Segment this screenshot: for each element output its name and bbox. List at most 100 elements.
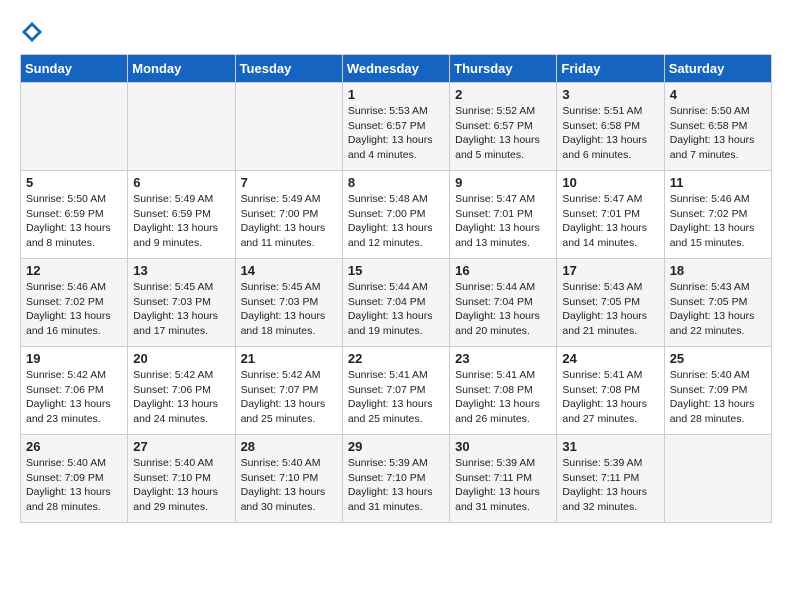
calendar-cell: 10 Sunrise: 5:47 AMSunset: 7:01 PMDayligh… — [557, 171, 664, 259]
calendar-cell: 18 Sunrise: 5:43 AMSunset: 7:05 PMDayligh… — [664, 259, 771, 347]
calendar-cell: 29Sunrise: 5:39 AMSunset: 7:10 PMDayligh… — [342, 435, 449, 523]
cell-sun-info: Sunrise: 5:42 AMSunset: 7:07 PMDaylight:… — [241, 368, 337, 427]
cell-sun-info: Sunrise: 5:44 AMSunset: 7:04 PMDaylight:… — [348, 280, 444, 339]
calendar-table: SundayMondayTuesdayWednesdayThursdayFrid… — [20, 54, 772, 523]
calendar-cell: 8Sunrise: 5:48 AMSunset: 7:00 PMDaylight… — [342, 171, 449, 259]
calendar-cell: 19Sunrise: 5:42 AMSunset: 7:06 PMDayligh… — [21, 347, 128, 435]
calendar-cell: 31 Sunrise: 5:39 AMSunset: 7:11 PMDayligh… — [557, 435, 664, 523]
calendar-cell: 11 Sunrise: 5:46 AMSunset: 7:02 PMDayligh… — [664, 171, 771, 259]
day-number: 25 — [670, 351, 766, 366]
day-number: 3 — [562, 87, 658, 102]
calendar-week-1: 1 Sunrise: 5:53 AMSunset: 6:57 PMDaylight… — [21, 83, 772, 171]
cell-sun-info: Sunrise: 5:50 AMSunset: 6:59 PMDaylight:… — [26, 192, 122, 251]
calendar-cell: 2Sunrise: 5:52 AMSunset: 6:57 PMDaylight… — [450, 83, 557, 171]
calendar-cell: 25 Sunrise: 5:40 AMSunset: 7:09 PMDayligh… — [664, 347, 771, 435]
calendar-cell: 20 Sunrise: 5:42 AMSunset: 7:06 PMDayligh… — [128, 347, 235, 435]
calendar-cell: 27Sunrise: 5:40 AMSunset: 7:10 PMDayligh… — [128, 435, 235, 523]
day-number: 20 — [133, 351, 229, 366]
cell-sun-info: Sunrise: 5:39 AMSunset: 7:11 PMDaylight:… — [562, 456, 658, 515]
calendar-cell: 6 Sunrise: 5:49 AMSunset: 6:59 PMDaylight… — [128, 171, 235, 259]
calendar-cell — [664, 435, 771, 523]
day-number: 26 — [26, 439, 122, 454]
calendar-cell: 3 Sunrise: 5:51 AMSunset: 6:58 PMDaylight… — [557, 83, 664, 171]
calendar-cell — [21, 83, 128, 171]
cell-sun-info: Sunrise: 5:41 AMSunset: 7:08 PMDaylight:… — [562, 368, 658, 427]
day-number: 24 — [562, 351, 658, 366]
calendar-cell: 1 Sunrise: 5:53 AMSunset: 6:57 PMDaylight… — [342, 83, 449, 171]
header-wednesday: Wednesday — [342, 55, 449, 83]
cell-sun-info: Sunrise: 5:47 AMSunset: 7:01 PMDaylight:… — [562, 192, 658, 251]
cell-sun-info: Sunrise: 5:43 AMSunset: 7:05 PMDaylight:… — [670, 280, 766, 339]
calendar-cell — [128, 83, 235, 171]
day-number: 31 — [562, 439, 658, 454]
header-saturday: Saturday — [664, 55, 771, 83]
cell-sun-info: Sunrise: 5:49 AMSunset: 7:00 PMDaylight:… — [241, 192, 337, 251]
calendar-week-3: 12 Sunrise: 5:46 AMSunset: 7:02 PMDayligh… — [21, 259, 772, 347]
day-number: 2 — [455, 87, 551, 102]
cell-sun-info: Sunrise: 5:49 AMSunset: 6:59 PMDaylight:… — [133, 192, 229, 251]
calendar-cell: 17Sunrise: 5:43 AMSunset: 7:05 PMDayligh… — [557, 259, 664, 347]
page-header — [20, 20, 772, 44]
cell-sun-info: Sunrise: 5:43 AMSunset: 7:05 PMDaylight:… — [562, 280, 658, 339]
calendar-week-2: 5 Sunrise: 5:50 AMSunset: 6:59 PMDaylight… — [21, 171, 772, 259]
cell-sun-info: Sunrise: 5:40 AMSunset: 7:09 PMDaylight:… — [670, 368, 766, 427]
day-number: 7 — [241, 175, 337, 190]
header-monday: Monday — [128, 55, 235, 83]
calendar-cell — [235, 83, 342, 171]
cell-sun-info: Sunrise: 5:46 AMSunset: 7:02 PMDaylight:… — [26, 280, 122, 339]
calendar-cell: 12 Sunrise: 5:46 AMSunset: 7:02 PMDayligh… — [21, 259, 128, 347]
calendar-cell: 7 Sunrise: 5:49 AMSunset: 7:00 PMDaylight… — [235, 171, 342, 259]
header-tuesday: Tuesday — [235, 55, 342, 83]
day-number: 9 — [455, 175, 551, 190]
calendar-week-5: 26Sunrise: 5:40 AMSunset: 7:09 PMDayligh… — [21, 435, 772, 523]
calendar-cell: 26Sunrise: 5:40 AMSunset: 7:09 PMDayligh… — [21, 435, 128, 523]
day-number: 6 — [133, 175, 229, 190]
cell-sun-info: Sunrise: 5:51 AMSunset: 6:58 PMDaylight:… — [562, 104, 658, 163]
day-number: 10 — [562, 175, 658, 190]
cell-sun-info: Sunrise: 5:48 AMSunset: 7:00 PMDaylight:… — [348, 192, 444, 251]
day-number: 1 — [348, 87, 444, 102]
header-friday: Friday — [557, 55, 664, 83]
calendar-cell: 21 Sunrise: 5:42 AMSunset: 7:07 PMDayligh… — [235, 347, 342, 435]
day-number: 23 — [455, 351, 551, 366]
day-number: 11 — [670, 175, 766, 190]
day-number: 30 — [455, 439, 551, 454]
logo — [20, 20, 48, 44]
cell-sun-info: Sunrise: 5:45 AMSunset: 7:03 PMDaylight:… — [133, 280, 229, 339]
calendar-cell: 30 Sunrise: 5:39 AMSunset: 7:11 PMDayligh… — [450, 435, 557, 523]
cell-sun-info: Sunrise: 5:40 AMSunset: 7:10 PMDaylight:… — [241, 456, 337, 515]
day-number: 21 — [241, 351, 337, 366]
day-number: 16 — [455, 263, 551, 278]
cell-sun-info: Sunrise: 5:40 AMSunset: 7:10 PMDaylight:… — [133, 456, 229, 515]
cell-sun-info: Sunrise: 5:41 AMSunset: 7:07 PMDaylight:… — [348, 368, 444, 427]
cell-sun-info: Sunrise: 5:46 AMSunset: 7:02 PMDaylight:… — [670, 192, 766, 251]
calendar-cell: 15 Sunrise: 5:44 AMSunset: 7:04 PMDayligh… — [342, 259, 449, 347]
cell-sun-info: Sunrise: 5:39 AMSunset: 7:11 PMDaylight:… — [455, 456, 551, 515]
header-thursday: Thursday — [450, 55, 557, 83]
cell-sun-info: Sunrise: 5:50 AMSunset: 6:58 PMDaylight:… — [670, 104, 766, 163]
day-number: 12 — [26, 263, 122, 278]
calendar-cell: 13 Sunrise: 5:45 AMSunset: 7:03 PMDayligh… — [128, 259, 235, 347]
day-number: 13 — [133, 263, 229, 278]
day-number: 19 — [26, 351, 122, 366]
day-number: 22 — [348, 351, 444, 366]
calendar-cell: 9Sunrise: 5:47 AMSunset: 7:01 PMDaylight… — [450, 171, 557, 259]
calendar-week-4: 19 Sunrise: 5:42 AMSunset: 7:06 PMDayligh… — [21, 347, 772, 435]
calendar-cell: 14 Sunrise: 5:45 AMSunset: 7:03 PMDayligh… — [235, 259, 342, 347]
day-number: 28 — [241, 439, 337, 454]
day-number: 14 — [241, 263, 337, 278]
calendar-cell: 23 Sunrise: 5:41 AMSunset: 7:08 PMDayligh… — [450, 347, 557, 435]
calendar-cell: 5 Sunrise: 5:50 AMSunset: 6:59 PMDaylight… — [21, 171, 128, 259]
day-number: 4 — [670, 87, 766, 102]
calendar-cell: 4 Sunrise: 5:50 AMSunset: 6:58 PMDaylight… — [664, 83, 771, 171]
day-number: 15 — [348, 263, 444, 278]
calendar-cell: 16 Sunrise: 5:44 AMSunset: 7:04 PMDayligh… — [450, 259, 557, 347]
day-number: 5 — [26, 175, 122, 190]
cell-sun-info: Sunrise: 5:53 AMSunset: 6:57 PMDaylight:… — [348, 104, 444, 163]
cell-sun-info: Sunrise: 5:45 AMSunset: 7:03 PMDaylight:… — [241, 280, 337, 339]
cell-sun-info: Sunrise: 5:41 AMSunset: 7:08 PMDaylight:… — [455, 368, 551, 427]
cell-sun-info: Sunrise: 5:44 AMSunset: 7:04 PMDaylight:… — [455, 280, 551, 339]
header-sunday: Sunday — [21, 55, 128, 83]
cell-sun-info: Sunrise: 5:42 AMSunset: 7:06 PMDaylight:… — [133, 368, 229, 427]
day-number: 18 — [670, 263, 766, 278]
